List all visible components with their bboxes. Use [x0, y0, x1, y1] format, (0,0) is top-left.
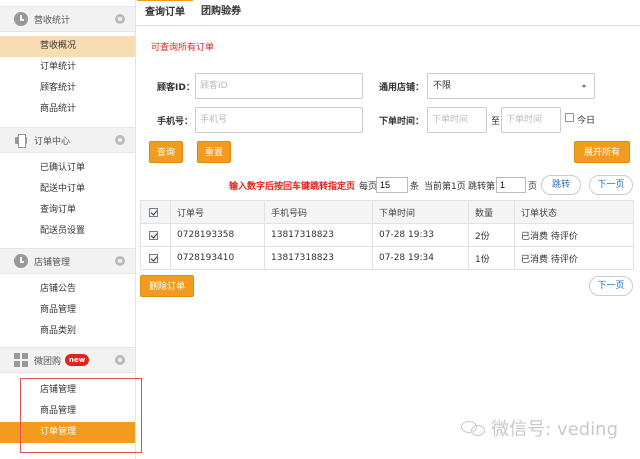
time-to-input[interactable] [501, 107, 561, 133]
sidebar-item-product-manage[interactable]: 商品管理 [0, 300, 135, 321]
grid-icon [14, 353, 28, 367]
section-title: 营收统计 [34, 15, 71, 26]
row-checkbox[interactable] [149, 254, 158, 263]
order-no-cell: 0728193410 [170, 246, 265, 270]
tab-query-orders[interactable]: 查询订单 [137, 0, 193, 25]
sidebar-item-order-stats[interactable]: 订单统计 [0, 57, 135, 78]
sidebar-section-shop[interactable]: 店铺管理 [0, 248, 135, 274]
jump-button[interactable]: 跳转 [541, 175, 581, 195]
per-page-prefix: 每页 [359, 182, 378, 192]
column-header-order-time: 下单时间 [372, 200, 469, 224]
column-header-quantity: 数量 [468, 200, 515, 224]
sidebar-item-query-orders[interactable]: 查询订单 [0, 200, 135, 221]
sidebar-item-shop-notice[interactable]: 店铺公告 [0, 279, 135, 300]
printer-icon [14, 133, 28, 148]
shop-select-value: 不限 [433, 81, 452, 91]
clock-icon [14, 254, 28, 268]
sidebar-item-confirmed-orders[interactable]: 已确认订单 [0, 158, 135, 179]
next-page-button-bottom[interactable]: 下一页 [589, 276, 633, 296]
section-title: 店铺管理 [34, 257, 71, 268]
sidebar-item-courier-settings[interactable]: 配送员设置 [0, 221, 135, 242]
customer-id-label: 顾客ID： [157, 83, 195, 93]
shop-label: 通用店铺： [379, 83, 425, 93]
per-page-suffix: 条 [410, 182, 420, 192]
order-time-cell: 07-28 19:33 [372, 223, 469, 247]
order-time-cell: 07-28 19:34 [372, 246, 469, 270]
query-button[interactable]: 查询 [149, 141, 183, 163]
phone-label: 手机号： [157, 117, 194, 127]
select-all-checkbox[interactable] [149, 208, 158, 217]
chevron-down-icon [582, 85, 586, 88]
quantity-cell: 2份 [468, 223, 515, 247]
collapse-toggle-icon[interactable] [115, 256, 125, 266]
collapse-toggle-icon[interactable] [115, 355, 125, 365]
sidebar-section-group-buy[interactable]: 微团购 new [0, 347, 135, 373]
tab-group-voucher[interactable]: 团购验券 [193, 0, 249, 25]
shop-select[interactable]: 不限 [427, 73, 595, 99]
section-title: 订单中心 [34, 136, 71, 147]
next-page-button[interactable]: 下一页 [589, 175, 633, 195]
pagination-instruction: 输入数字后按回车键跳转指定页 [229, 182, 356, 192]
column-header-order-no: 订单号 [170, 200, 265, 224]
jump-page-input[interactable] [496, 177, 526, 193]
time-from-input[interactable] [427, 107, 487, 133]
sidebar-section-revenue[interactable]: 营收统计 [0, 6, 135, 32]
hint-text: 可查询所有订单 [151, 43, 215, 53]
phone-cell: 13817318823 [264, 246, 373, 270]
table-row[interactable]: 0728193358 13817318823 07-28 19:33 2份 已消… [140, 223, 634, 247]
sidebar-item-customer-stats[interactable]: 顾客统计 [0, 78, 135, 99]
table-header-row: 订单号 手机号码 下单时间 数量 订单状态 [140, 200, 634, 224]
sidebar-item-revenue-overview[interactable]: 营收概况 [0, 36, 135, 57]
per-page-input[interactable] [376, 177, 408, 193]
jump-prefix: 跳转第 [468, 182, 496, 192]
collapse-toggle-icon[interactable] [115, 135, 125, 145]
delete-order-button[interactable]: 删除订单 [140, 275, 194, 297]
clock-icon [14, 12, 28, 26]
collapse-toggle-icon[interactable] [115, 14, 125, 24]
expand-all-button[interactable]: 展开所有 [574, 141, 630, 163]
column-header-phone: 手机号码 [264, 200, 373, 224]
order-no-cell: 0728193358 [170, 223, 265, 247]
section-title: 微团购 [34, 356, 62, 367]
watermark-text: 微信号: veding [491, 419, 618, 440]
tab-bar: 查询订单 团购验券 [137, 0, 640, 26]
today-label: 今日 [577, 116, 596, 126]
time-label: 下单时间： [379, 117, 425, 127]
time-to-label: 至 [491, 117, 501, 127]
phone-cell: 13817318823 [264, 223, 373, 247]
table-row[interactable]: 0728193410 13817318823 07-28 19:34 1份 已消… [140, 246, 634, 270]
highlight-box [20, 378, 142, 453]
jump-suffix: 页 [528, 182, 538, 192]
sidebar-item-product-category[interactable]: 商品类别 [0, 321, 135, 342]
wechat-icon [461, 419, 487, 437]
orders-table: 订单号 手机号码 下单时间 数量 订单状态 0728193358 1381731… [140, 200, 634, 270]
new-badge: new [65, 354, 90, 366]
sidebar-item-delivering-orders[interactable]: 配送中订单 [0, 179, 135, 200]
sidebar-item-product-stats[interactable]: 商品统计 [0, 99, 135, 120]
today-checkbox[interactable] [565, 113, 574, 122]
sidebar-section-orders[interactable]: 订单中心 [0, 127, 135, 153]
reset-button[interactable]: 重置 [197, 141, 231, 163]
watermark: 微信号: veding [461, 415, 618, 441]
current-page-text: 当前第1页 [424, 182, 466, 192]
customer-id-input[interactable] [195, 73, 363, 99]
quantity-cell: 1份 [468, 246, 515, 270]
column-header-status: 订单状态 [514, 200, 634, 224]
status-cell: 已消费 待评价 [514, 223, 634, 247]
status-cell: 已消费 待评价 [514, 246, 634, 270]
row-checkbox[interactable] [149, 231, 158, 240]
phone-input[interactable] [195, 107, 363, 133]
main-content: 查询订单 团购验券 可查询所有订单 顾客ID： 手机号： 通用店铺： 不限 下单… [137, 0, 640, 459]
